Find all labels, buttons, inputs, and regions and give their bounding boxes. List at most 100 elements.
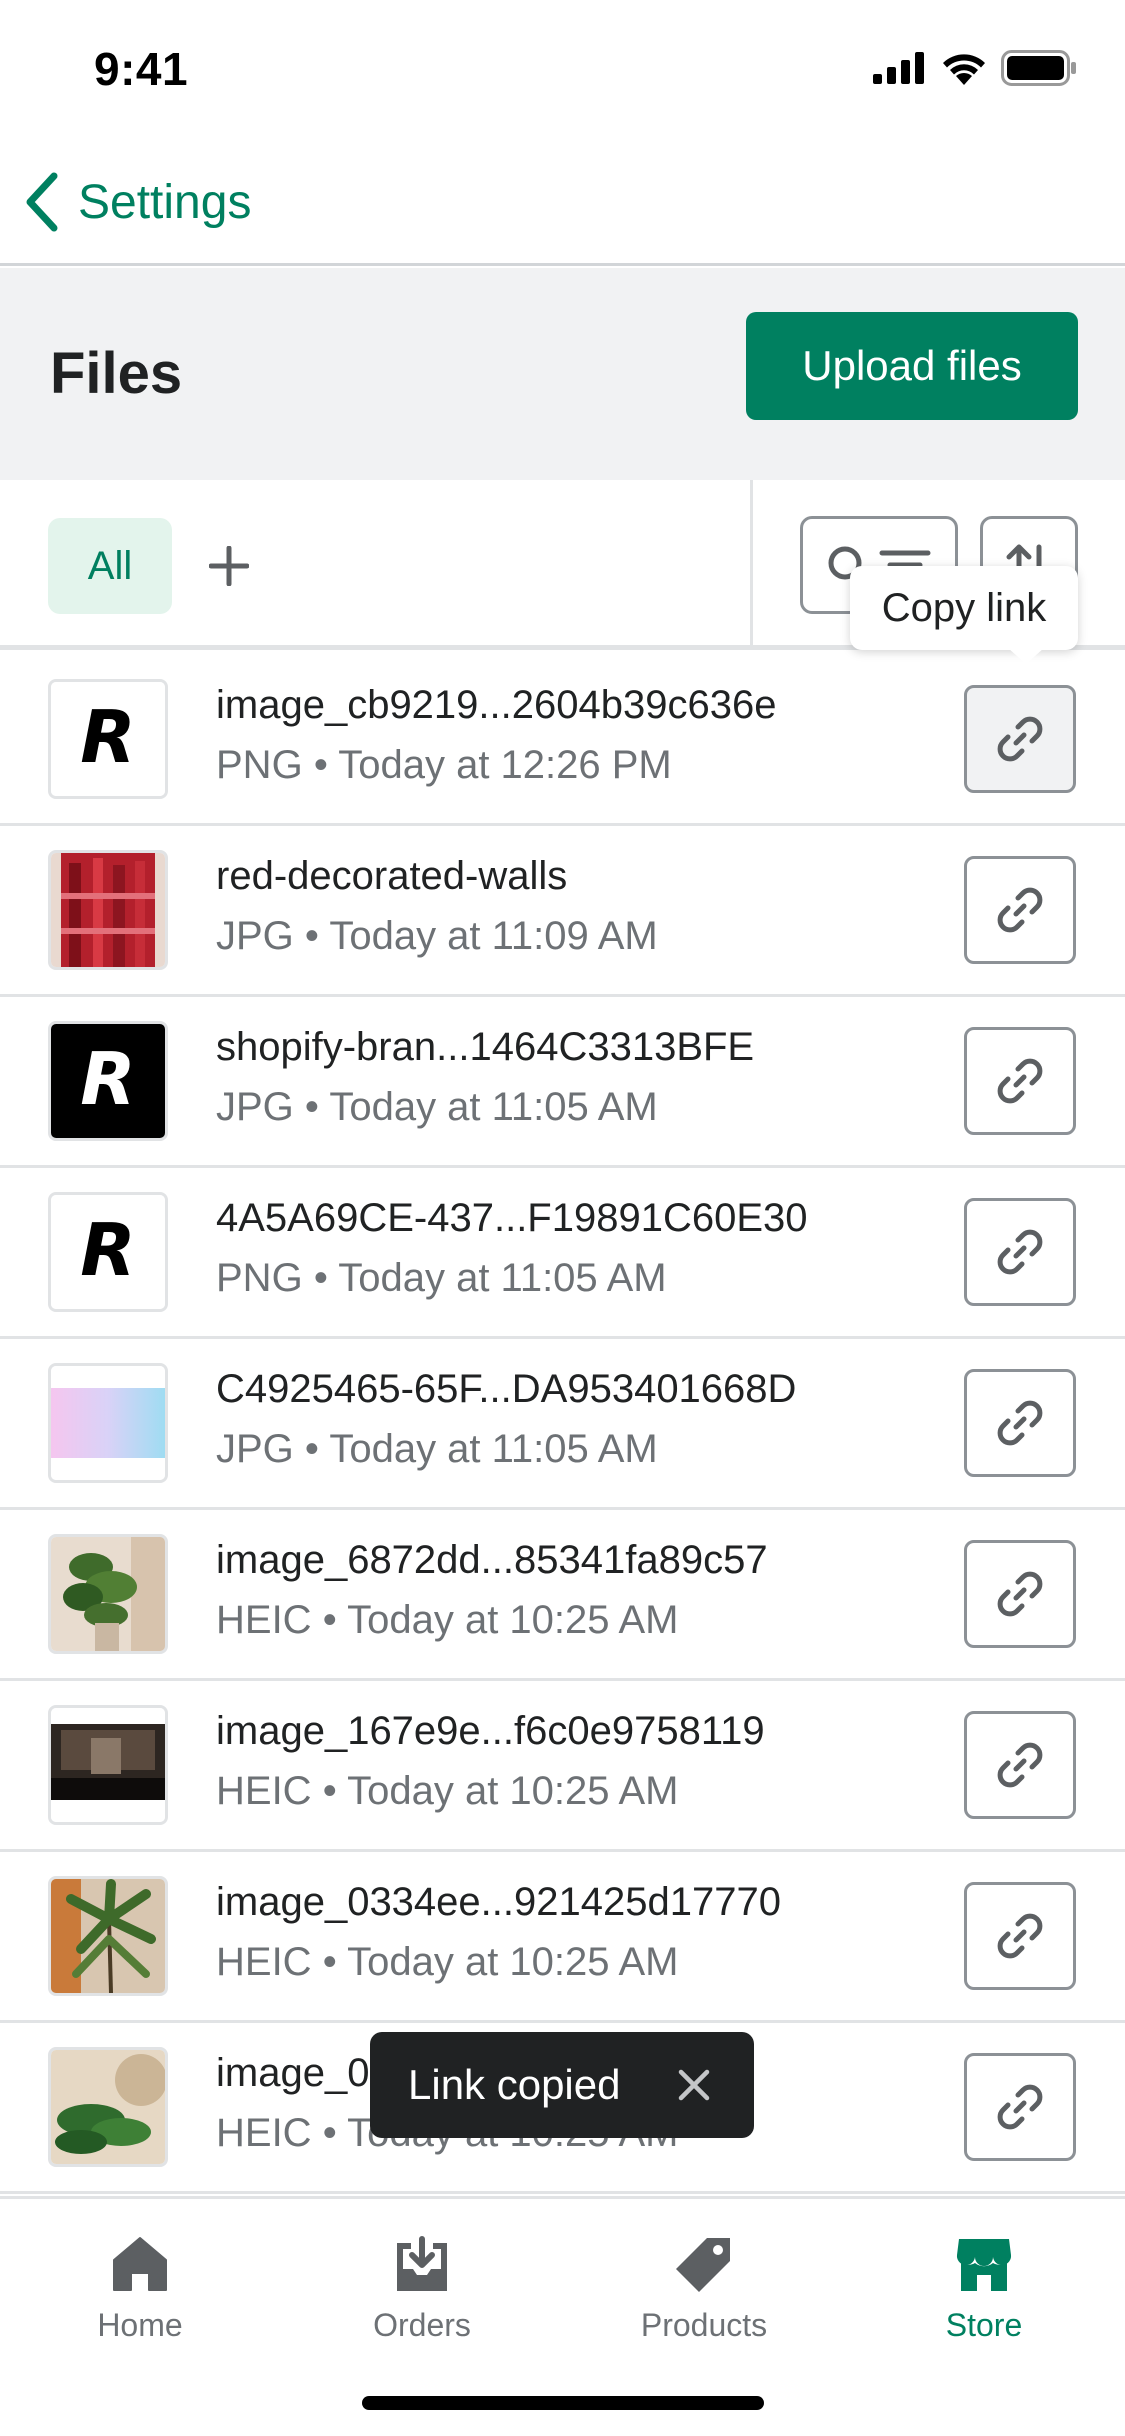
file-name: image_167e9e...f6c0e9758119	[216, 1709, 765, 1753]
photo-thumbnail	[51, 1708, 165, 1822]
toast-message: Link copied	[408, 2061, 621, 2108]
file-row[interactable]: image_167e9e...f6c0e9758119 HEIC • Today…	[0, 1681, 1125, 1852]
meta-separator: •	[313, 1256, 328, 1300]
file-meta: JPG • Today at 11:09 AM	[216, 914, 658, 959]
file-thumbnail: R	[48, 1021, 168, 1141]
home-indicator	[362, 2396, 764, 2410]
file-type: JPG	[216, 914, 294, 958]
close-icon	[678, 2069, 710, 2101]
photo-thumbnail	[51, 1879, 165, 1993]
toast-close-button[interactable]	[674, 2065, 714, 2105]
file-date: Today at 10:25 AM	[347, 1769, 679, 1813]
link-icon	[997, 716, 1043, 762]
photo-thumbnail	[51, 853, 165, 967]
file-meta: HEIC • Today at 10:25 AM	[216, 1769, 678, 1814]
cellular-signal-icon	[873, 52, 924, 84]
link-icon	[997, 1742, 1043, 1788]
file-row[interactable]: red-decorated-walls JPG • Today at 11:09…	[0, 826, 1125, 997]
svg-text:R: R	[80, 1037, 135, 1121]
file-date: Today at 10:25 AM	[347, 1940, 679, 1984]
file-name: shopify-bran...1464C3313BFE	[216, 1025, 755, 1069]
meta-separator: •	[313, 743, 328, 787]
file-type: JPG	[216, 1085, 294, 1129]
file-thumbnail	[48, 1876, 168, 1996]
link-icon	[997, 1400, 1043, 1446]
page-header: Files Upload files	[0, 268, 1125, 480]
file-row[interactable]: image_0334ee...921425d17770 HEIC • Today…	[0, 1852, 1125, 2023]
filter-divider	[750, 480, 753, 650]
copy-link-button[interactable]	[964, 1711, 1076, 1819]
store-icon	[956, 2239, 1012, 2291]
tab-label: Home	[97, 2307, 183, 2343]
copy-link-tooltip: Copy link	[850, 566, 1078, 650]
tag-icon	[676, 2238, 730, 2292]
file-thumbnail	[48, 1705, 168, 1825]
back-button[interactable]: Settings	[24, 164, 251, 240]
status-bar: 9:41	[0, 0, 1125, 140]
file-row[interactable]: R shopify-bran...1464C3313BFE JPG • Toda…	[0, 997, 1125, 1168]
copy-link-button[interactable]	[964, 1198, 1076, 1306]
link-copied-toast: Link copied	[370, 2032, 754, 2138]
file-name: image_cb9219...2604b39c636e	[216, 683, 777, 727]
tab-label: Products	[640, 2307, 768, 2343]
copy-link-button[interactable]	[964, 2053, 1076, 2161]
link-icon	[997, 1913, 1043, 1959]
file-thumbnail	[48, 1363, 168, 1483]
meta-separator: •	[304, 1427, 319, 1471]
file-thumbnail	[48, 850, 168, 970]
file-thumbnail	[48, 1534, 168, 1654]
meta-separator: •	[322, 1598, 337, 1642]
file-row[interactable]: image_6872dd...85341fa89c57 HEIC • Today…	[0, 1510, 1125, 1681]
file-type: HEIC	[216, 2111, 312, 2155]
file-row[interactable]: R image_cb9219...2604b39c636e PNG • Toda…	[0, 655, 1125, 826]
status-time: 9:41	[94, 43, 189, 95]
status-icons	[873, 50, 1077, 86]
file-name: image_6872dd...85341fa89c57	[216, 1538, 768, 1582]
file-row[interactable]: R 4A5A69CE-437...F19891C60E30 PNG • Toda…	[0, 1168, 1125, 1339]
svg-text:R: R	[80, 695, 135, 779]
file-row[interactable]: C4925465-65F...DA953401668D JPG • Today …	[0, 1339, 1125, 1510]
add-view-button[interactable]	[206, 528, 252, 604]
tab-store[interactable]: Store	[884, 2235, 1084, 2365]
link-icon	[997, 1571, 1043, 1617]
copy-link-button[interactable]	[964, 1882, 1076, 1990]
tab-label: Orders	[373, 2307, 471, 2343]
nav-bar: Settings	[0, 140, 1125, 266]
copy-link-button[interactable]	[964, 856, 1076, 964]
tab-home[interactable]: Home	[40, 2235, 240, 2365]
meta-separator: •	[322, 1769, 337, 1813]
brand-logo-dark-icon: R	[51, 1024, 165, 1138]
file-type: HEIC	[216, 1940, 312, 1984]
page-title: Files	[50, 341, 183, 406]
meta-separator: •	[322, 2111, 337, 2155]
file-date: Today at 11:09 AM	[329, 914, 658, 958]
tab-orders[interactable]: Orders	[322, 2235, 522, 2365]
photo-thumbnail	[51, 2050, 165, 2164]
copy-link-button[interactable]	[964, 1369, 1076, 1477]
file-meta: PNG • Today at 12:26 PM	[216, 743, 672, 788]
file-meta: HEIC • Today at 10:25 AM	[216, 1598, 678, 1643]
file-type: PNG	[216, 1256, 303, 1300]
link-icon	[997, 2084, 1043, 2130]
file-name: image_0334ee...921425d17770	[216, 1880, 781, 1924]
file-date: Today at 12:26 PM	[338, 743, 672, 787]
file-date: Today at 11:05 AM	[338, 1256, 667, 1300]
tab-all[interactable]: All	[48, 518, 172, 614]
gradient-thumbnail	[51, 1366, 165, 1480]
tab-products[interactable]: Products	[604, 2235, 804, 2365]
file-name: 4A5A69CE-437...F19891C60E30	[216, 1196, 808, 1240]
upload-files-button[interactable]: Upload files	[746, 312, 1078, 420]
svg-text:R: R	[80, 1208, 135, 1292]
file-name: red-decorated-walls	[216, 854, 568, 898]
file-type: HEIC	[216, 1769, 312, 1813]
copy-link-button[interactable]	[964, 1540, 1076, 1648]
copy-link-button[interactable]	[964, 1027, 1076, 1135]
chevron-left-icon	[26, 172, 58, 232]
back-label: Settings	[78, 175, 252, 229]
file-type: PNG	[216, 743, 303, 787]
brand-logo-icon: R	[51, 682, 165, 796]
copy-link-button[interactable]	[964, 685, 1076, 793]
file-meta: HEIC • Today at 10:25 AM	[216, 1940, 678, 1985]
meta-separator: •	[304, 1085, 319, 1129]
file-thumbnail: R	[48, 1192, 168, 1312]
